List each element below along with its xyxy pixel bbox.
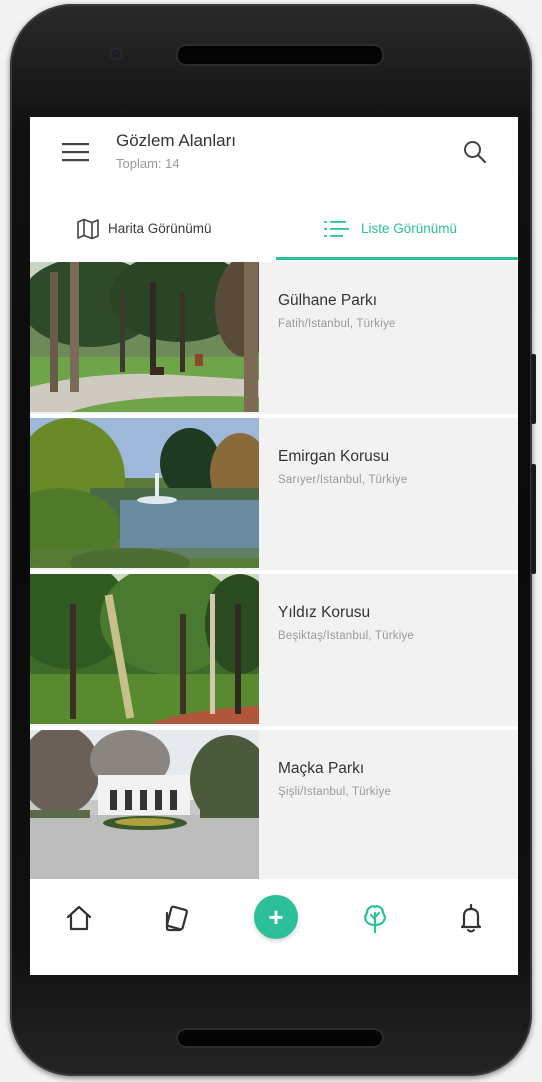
page-title: Gözlem Alanları [116,131,236,150]
app-screen: Gözlem Alanları Toplam: 14 Harita Görünü… [30,117,518,975]
bottom-navigation: + [30,879,518,975]
search-icon[interactable] [462,139,488,165]
place-photo [30,574,259,724]
list-icon [324,221,349,237]
places-list: Gülhane Parkı Fatih/Istanbul, Türkiye Em… [30,262,518,882]
active-tab-indicator [276,257,518,260]
home-icon[interactable] [62,901,96,935]
tab-map-label: Harita Görünümü [108,221,212,236]
front-camera [110,48,122,60]
place-photo [30,418,259,568]
add-button[interactable]: + [254,895,298,939]
app-bar: Gözlem Alanları Toplam: 14 [30,117,518,199]
item-count: Toplam: 14 [116,156,180,171]
list-item[interactable]: Emirgan Korusu Sarıyer/Istanbul, Türkiye [30,418,518,570]
view-tabs: Harita Görünümü Liste Görünümü [30,203,518,261]
tab-list-label: Liste Görünümü [361,221,458,236]
earpiece-speaker [176,44,384,66]
place-location: Sarıyer/Istanbul, Türkiye [278,474,408,486]
tab-list-view[interactable]: Liste Görünümü [274,203,518,261]
place-location: Fatih/Istanbul, Türkiye [278,318,396,330]
list-item[interactable]: Maçka Parkı Şişli/Istanbul, Türkiye [30,730,518,882]
menu-icon[interactable] [62,140,90,164]
add-icon: + [268,902,284,932]
place-location: Beşiktaş/Istanbul, Türkiye [278,630,415,642]
tree-icon[interactable] [358,901,392,935]
bottom-speaker [176,1028,384,1048]
place-location: Şişli/Istanbul, Türkiye [278,786,392,798]
volume-button [531,354,536,424]
place-name: Gülhane Parkı [278,292,378,309]
power-button [531,464,536,574]
place-name: Maçka Parkı [278,760,365,777]
place-photo [30,262,259,412]
map-icon [77,218,99,240]
tab-map-view[interactable]: Harita Görünümü [30,203,274,261]
place-name: Emirgan Korusu [278,448,390,465]
cards-icon[interactable] [160,901,194,935]
bell-icon[interactable] [454,901,488,935]
list-item[interactable]: Yıldız Korusu Beşiktaş/Istanbul, Türkiye [30,574,518,726]
place-name: Yıldız Korusu [278,604,371,621]
list-item[interactable]: Gülhane Parkı Fatih/Istanbul, Türkiye [30,262,518,414]
place-photo [30,730,259,880]
